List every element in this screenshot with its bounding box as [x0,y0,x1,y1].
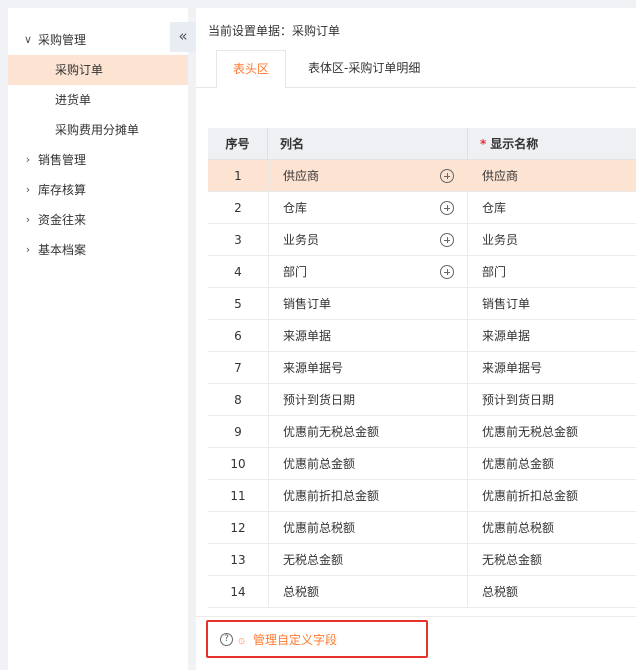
gear-icon[interactable]: ۞ [238,632,245,646]
divider [196,616,636,617]
collapse-sidebar-button[interactable]: « [170,22,196,52]
row-column-name: 销售订单 [268,288,468,320]
chevron-right-icon: › [25,213,31,226]
sidebar-group-label: 基本档案 [38,243,87,257]
row-index: 6 [234,329,242,343]
table-row[interactable]: 1 供应商 供应商 [208,160,636,192]
manage-custom-fields-box: ? ۞ 管理自定义字段 [206,620,428,658]
row-display-name[interactable]: 业务员 [468,224,636,256]
row-index: 2 [234,201,242,215]
sidebar-group-inventory[interactable]: › 库存核算 [8,175,170,205]
row-display-name[interactable]: 来源单据 [468,320,636,352]
chevron-right-icon: › [25,153,31,166]
sidebar-group-label: 采购管理 [38,33,87,47]
chevron-right-icon: › [25,243,31,256]
sidebar-item-cost-allocation[interactable]: 采购费用分摊单 [8,115,188,145]
table-row[interactable]: 8 预计到货日期 预计到货日期 [208,384,636,416]
row-display-name[interactable]: 无税总金额 [468,544,636,576]
row-index: 14 [230,585,246,599]
row-display-name[interactable]: 总税额 [468,576,636,608]
table-row[interactable]: 10 优惠前总金额 优惠前总金额 [208,448,636,480]
table-row[interactable]: 11 优惠前折扣总金额 优惠前折扣总金额 [208,480,636,512]
double-chevron-left-icon: « [178,27,188,45]
table-row[interactable]: 7 来源单据号 来源单据号 [208,352,636,384]
add-circle-icon[interactable] [440,201,454,215]
sidebar: « ∨ 采购管理 采购订单 进货单 采购费用分摊单 › 销售管理 › 库存核算 … [8,8,196,670]
header-display-label: 显示名称 [490,137,539,151]
current-setting-line: 当前设置单据：采购订单 [208,22,340,39]
header-display-name: * 显示名称 [468,128,636,160]
row-column-name: 部门 [268,256,468,288]
row-column-name: 来源单据号 [268,352,468,384]
row-display-name[interactable]: 销售订单 [468,288,636,320]
setting-prefix: 当前设置单据： [208,24,293,38]
row-display-name[interactable]: 优惠前折扣总金额 [468,480,636,512]
tab-header-area[interactable]: 表头区 [216,50,287,89]
table-row[interactable]: 9 优惠前无税总金额 优惠前无税总金额 [208,416,636,448]
sidebar-group-label: 库存核算 [38,183,87,197]
sidebar-group-sales[interactable]: › 销售管理 [8,145,170,175]
sidebar-group-label: 资金往来 [38,213,87,227]
add-circle-icon[interactable] [440,169,454,183]
header-index: 序号 [208,128,268,160]
table-row[interactable]: 5 销售订单 销售订单 [208,288,636,320]
row-column-name: 供应商 [268,160,468,192]
row-display-name[interactable]: 优惠前无税总金额 [468,416,636,448]
chevron-right-icon: › [25,183,31,196]
row-display-name[interactable]: 供应商 [468,160,636,192]
tab-body-area[interactable]: 表体区-采购订单明细 [292,50,436,88]
row-display-name[interactable]: 预计到货日期 [468,384,636,416]
setting-document: 采购订单 [292,24,341,38]
row-index: 10 [230,457,246,471]
row-index: 12 [230,521,246,535]
manage-custom-fields-link[interactable]: 管理自定义字段 [253,633,337,647]
row-index: 3 [234,233,242,247]
header-column-name: 列名 [268,128,468,160]
sidebar-group-purchase[interactable]: ∨ 采购管理 [8,25,170,55]
row-index: 9 [234,425,242,439]
row-column-name: 优惠前总税额 [268,512,468,544]
table-row[interactable]: 12 优惠前总税额 优惠前总税额 [208,512,636,544]
sidebar-group-label: 销售管理 [38,153,87,167]
table-row[interactable]: 13 无税总金额 无税总金额 [208,544,636,576]
table-row[interactable]: 14 总税额 总税额 [208,576,636,608]
row-column-name: 预计到货日期 [268,384,468,416]
row-display-name[interactable]: 优惠前总金额 [468,448,636,480]
main-panel: 当前设置单据：采购订单 表头区 表体区-采购订单明细 序号 列名 * 显示名称 1… [196,8,636,670]
row-column-name: 优惠前无税总金额 [268,416,468,448]
tab-bar: 表头区 表体区-采购订单明细 [196,50,636,89]
add-circle-icon[interactable] [440,265,454,279]
sidebar-item-purchase-order[interactable]: 采购订单 [8,55,188,85]
row-index: 13 [230,553,246,567]
table-header: 序号 列名 * 显示名称 [208,128,636,160]
row-display-name[interactable]: 部门 [468,256,636,288]
row-index: 7 [234,361,242,375]
row-column-name: 总税额 [268,576,468,608]
row-column-name: 仓库 [268,192,468,224]
table-row[interactable]: 2 仓库 仓库 [208,192,636,224]
help-icon[interactable]: ? [220,633,233,646]
chevron-down-icon: ∨ [23,33,33,46]
row-index: 8 [234,393,242,407]
row-index: 4 [234,265,242,279]
row-column-name: 来源单据 [268,320,468,352]
table-row[interactable]: 6 来源单据 来源单据 [208,320,636,352]
table-row[interactable]: 4 部门 部门 [208,256,636,288]
row-index: 11 [230,489,246,503]
row-column-name: 优惠前折扣总金额 [268,480,468,512]
sidebar-group-archives[interactable]: › 基本档案 [8,235,170,265]
table-row[interactable]: 3 业务员 业务员 [208,224,636,256]
row-display-name[interactable]: 优惠前总税额 [468,512,636,544]
sidebar-item-receipt[interactable]: 进货单 [8,85,188,115]
sidebar-group-funds[interactable]: › 资金往来 [8,205,170,235]
row-index: 1 [234,169,242,183]
row-display-name[interactable]: 仓库 [468,192,636,224]
row-column-name: 优惠前总金额 [268,448,468,480]
add-circle-icon[interactable] [440,233,454,247]
row-display-name[interactable]: 来源单据号 [468,352,636,384]
required-mark: * [480,137,487,151]
row-index: 5 [234,297,242,311]
row-column-name: 无税总金额 [268,544,468,576]
row-column-name: 业务员 [268,224,468,256]
